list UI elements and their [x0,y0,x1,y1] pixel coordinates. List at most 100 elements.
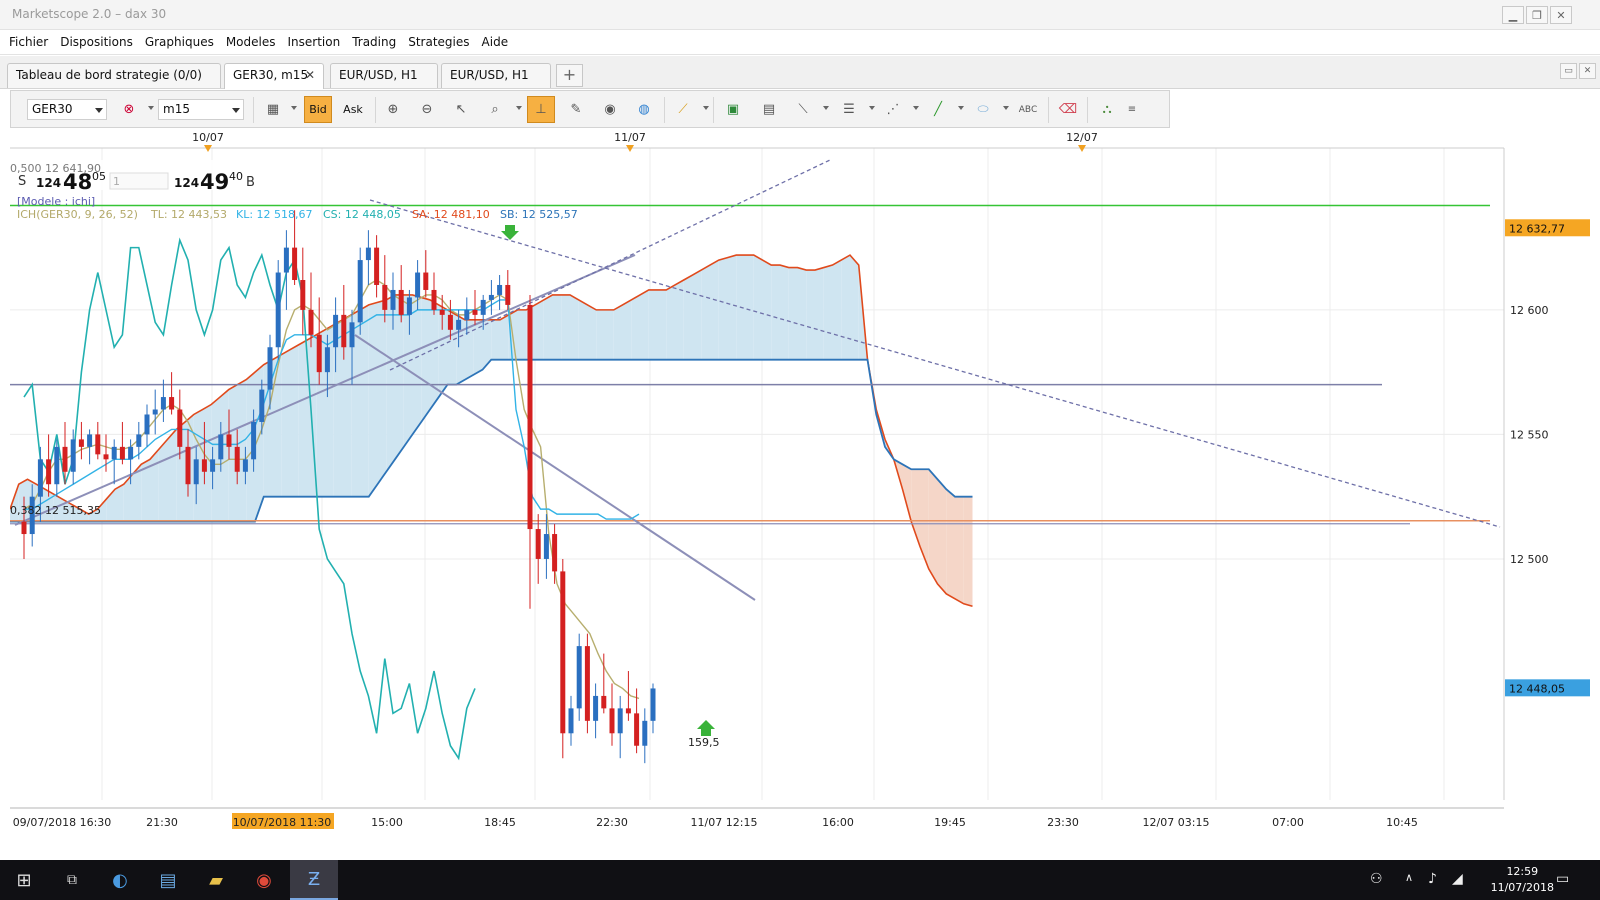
menu-trading[interactable]: Trading [346,35,402,49]
crosshair-icon[interactable]: ⊥ [527,96,555,123]
instrument-select[interactable]: GER30 [27,99,107,120]
cloud-segment [115,484,124,522]
clock-time: 12:59 [1506,865,1539,878]
candle-body [201,459,207,472]
candle-body [95,434,101,455]
time-tick-label: 12/07 03:15 [1143,816,1210,829]
senkou-b-value: SB: 12 525,57 [500,208,578,221]
ask-button[interactable]: Ask [339,96,367,123]
dropdown-arrow-icon[interactable] [958,106,964,110]
cloud-segment [578,299,588,360]
eye-icon[interactable]: ◉ [596,96,624,123]
picture-icon[interactable]: ▣ [719,96,747,123]
ruler-icon[interactable]: ⟋ [669,96,697,123]
cloud-segment [718,257,728,360]
bid-label: Bid [309,103,327,116]
eraser-icon[interactable]: ⌫ [1054,96,1082,123]
cloud-segment [543,294,553,360]
dropdown-arrow-icon[interactable] [516,106,522,110]
minimize-button[interactable]: ▁ [1502,6,1524,24]
sell-price-main: 48 [63,170,92,194]
properties-icon[interactable]: ✎ [562,96,590,123]
instrument-link-icon[interactable]: ⊗ [115,96,143,123]
folder-icon[interactable]: ▰ [192,860,240,900]
quote-panel[interactable]: 0,500 12 641,90 S 124 48 05 1 124 49 40 … [10,160,255,194]
tab-eurusd-h1-2[interactable]: EUR/USD, H1 [441,63,551,88]
ask-label: Ask [343,103,363,116]
candle-body [259,389,265,422]
system-clock[interactable]: 12:59 11/07/2018 [1491,864,1554,896]
marketscope-taskbar-icon[interactable]: Ƶ [290,860,338,900]
dropdown-arrow-icon[interactable] [148,106,154,110]
menu-aide[interactable]: Aide [476,35,515,49]
candle-body [308,309,314,335]
toolbar-overflow-icon[interactable]: ≡ [1123,96,1141,123]
time-tick-label: 23:30 [1047,816,1079,829]
chrome-icon[interactable]: ◉ [240,860,288,900]
dropdown-arrow-icon[interactable] [1003,106,1009,110]
menu-dispositions[interactable]: Dispositions [54,35,139,49]
zoom-in-icon[interactable]: ⊕ [379,96,407,123]
menu-graphiques[interactable]: Graphiques [139,35,220,49]
cursor-icon[interactable]: ↖ [447,96,475,123]
candle-body [46,459,52,485]
hierarchy-icon[interactable]: ⛬ [1093,96,1121,123]
trendline-icon[interactable]: ╱ [924,96,952,123]
price-chart[interactable]: 12 600 12 550 12 500 12 632,77 12 448,05 09/… [10,130,1590,830]
globe-icon[interactable]: ◍ [630,96,658,123]
window-icon[interactable]: ▤ [755,96,783,123]
candle-body [642,720,648,746]
app-explorer-icon[interactable]: ▤ [144,860,192,900]
tray-chevron-icon[interactable]: ∧ [1405,871,1413,884]
dropdown-arrow-icon[interactable] [869,106,875,110]
restore-button[interactable]: ❐ [1526,6,1548,24]
text-icon[interactable]: ABC [1014,96,1042,123]
zoom-range-icon[interactable]: ⌕ [481,96,509,123]
dropdown-arrow-icon[interactable] [703,106,709,110]
line-tools-icon[interactable]: ⟍ [789,96,817,123]
chart-type-icon[interactable]: ▦ [259,96,287,123]
hline-icon[interactable]: ☰ [835,96,863,123]
task-view-icon[interactable]: ⧉ [48,860,96,900]
close-button[interactable]: ✕ [1550,6,1572,24]
notifications-icon[interactable]: ▭ [1556,871,1569,887]
candle-body [242,459,248,472]
menu-fichier[interactable]: Fichier [3,35,54,49]
fan-icon[interactable]: ⋰ [879,96,907,123]
candle-body [119,446,125,460]
quantity-value: 1 [113,175,120,188]
candle-body [128,446,134,460]
close-tab-icon[interactable]: ✕ [305,68,315,82]
network-icon[interactable]: ◢ [1452,871,1463,887]
bid-button[interactable]: Bid [304,96,332,123]
cloud-segment [377,299,387,485]
menu-strategies[interactable]: Strategies [402,35,475,49]
ellipse-icon[interactable]: ⬭ [969,96,997,123]
menu-modeles[interactable]: Modeles [220,35,282,49]
menu-insertion[interactable]: Insertion [282,35,347,49]
candle-body [62,446,68,472]
tab-ger30-m15[interactable]: GER30, m15 ✕ [224,63,324,89]
cloud-segment [745,255,754,360]
cloud-segment [780,265,789,360]
tab-close-button[interactable]: ✕ [1579,63,1596,79]
tab-restore-button[interactable]: ▭ [1560,63,1577,79]
buy-price-prefix: 124 [174,176,199,190]
dropdown-arrow-icon[interactable] [291,106,297,110]
start-icon[interactable]: ⊞ [0,860,48,900]
cloud-segment [438,304,448,398]
dropdown-arrow-icon[interactable] [913,106,919,110]
app-sync-icon[interactable]: ◐ [96,860,144,900]
tab-eurusd-h1[interactable]: EUR/USD, H1 [330,63,438,88]
tab-tableau-de-bord[interactable]: Tableau de bord strategie (0/0) [7,63,221,88]
cloud-segment [281,349,290,497]
model-label: [Modele : ichi] [17,195,95,208]
candle-body [464,309,470,320]
volume-icon[interactable]: ♪ [1428,871,1437,887]
people-icon[interactable]: ⚇ [1370,871,1383,887]
zoom-out-icon[interactable]: ⊖ [413,96,441,123]
cloud-segment [552,294,562,360]
timeframe-select[interactable]: m15 [158,99,244,120]
add-tab-button[interactable]: + [556,64,583,87]
dropdown-arrow-icon[interactable] [823,106,829,110]
